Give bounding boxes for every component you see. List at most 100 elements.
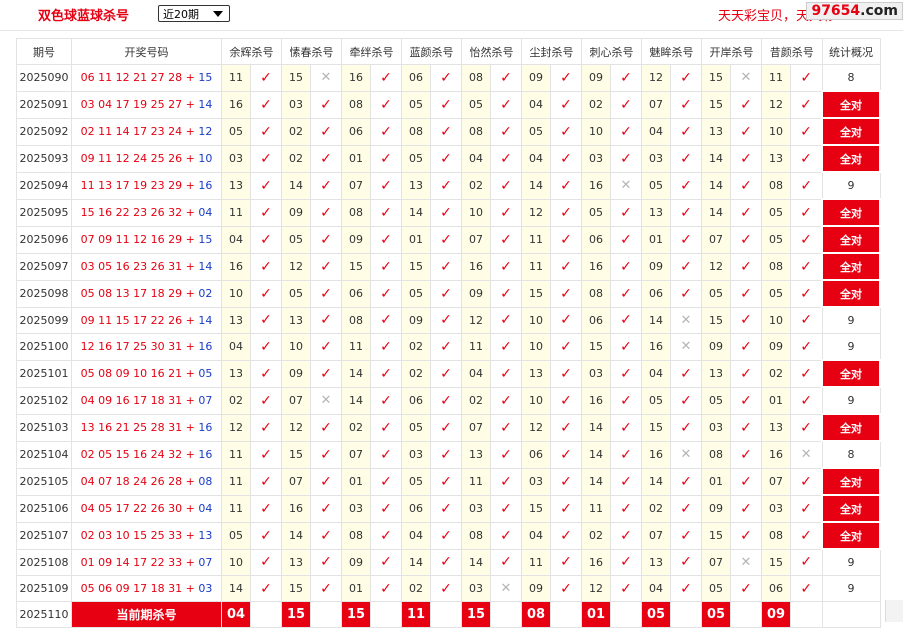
table-row: 2025099 09 11 15 17 22 26 + 14 13 ✓ 13 ✓ 08 ✓ 09… xyxy=(16,306,881,334)
cross-icon: ✕ xyxy=(310,386,342,415)
check-icon: ✓ xyxy=(490,386,522,415)
page-title: 双色球蓝球杀号 xyxy=(38,9,130,24)
table-row: 2025108 01 09 14 17 22 33 + 07 10 ✓ 13 ✓ 09 ✓ 14… xyxy=(16,548,881,576)
kill-number-cell: 09 xyxy=(281,198,311,227)
table-row: 2025107 02 03 10 15 25 33 + 13 05 ✓ 14 ✓ 08 ✓ 04… xyxy=(16,521,881,550)
kill-number-cell: 12 xyxy=(641,64,671,92)
table-header-row: 期号 开奖号码 余辉杀号 愫春杀号 牵绊杀号 蓝颜杀号 怡然杀号 尘封杀号 刺心杀号 魅眸杀号 开岸… xyxy=(16,38,881,65)
cross-icon: ✕ xyxy=(670,333,702,361)
kill-number-cell: 08 xyxy=(581,279,611,308)
check-icon: ✓ xyxy=(550,413,582,442)
kill-number-cell: 02 xyxy=(581,90,611,119)
column-header: 余辉杀号 xyxy=(221,38,282,65)
kill-number-cell: 07 xyxy=(341,171,371,200)
kill-number-cell: 14 xyxy=(461,548,491,576)
cross-icon: ✕ xyxy=(730,64,762,92)
stat-cell: 全对 xyxy=(821,144,881,173)
issue-cell: 2025104 xyxy=(16,440,72,469)
check-icon: ✓ xyxy=(490,225,522,254)
kill-number-cell: 10 xyxy=(521,333,551,361)
check-icon: ✓ xyxy=(610,494,642,523)
kill-number-cell: 03 xyxy=(761,494,791,523)
check-icon: ✓ xyxy=(610,225,642,254)
red-balls: 02 11 14 17 23 24 xyxy=(80,125,183,138)
check-icon: ✓ xyxy=(790,198,823,227)
issue-cell: 2025096 xyxy=(16,225,72,254)
draw-numbers-cell: 04 09 16 17 18 31 + 07 xyxy=(71,386,222,415)
scrollbar[interactable] xyxy=(885,600,903,622)
issue-cell: 2025109 xyxy=(16,575,72,602)
cross-icon: ✕ xyxy=(730,548,762,576)
kill-number-cell: 04 xyxy=(221,333,251,361)
check-icon: ✓ xyxy=(490,198,522,227)
period-select-value: 近20期 xyxy=(163,8,199,21)
kill-number-cell: 09 xyxy=(701,333,731,361)
kill-number-cell: 05 xyxy=(641,171,671,200)
check-icon: ✓ xyxy=(430,333,462,361)
check-icon: ✓ xyxy=(730,252,762,281)
check-icon: ✓ xyxy=(790,144,823,173)
kill-number-cell: 13 xyxy=(221,171,251,200)
current-kill-cell: 05 xyxy=(641,601,671,628)
kill-number-cell: 03 xyxy=(221,144,251,173)
check-icon: ✓ xyxy=(790,64,823,92)
stat-cell: 9 xyxy=(821,548,881,576)
chevron-down-icon xyxy=(213,11,223,17)
kill-number-cell: 05 xyxy=(461,90,491,119)
draw-numbers-cell: 04 05 17 22 26 30 + 04 xyxy=(71,494,222,523)
check-icon: ✓ xyxy=(370,90,402,119)
kill-number-cell: 14 xyxy=(341,359,371,388)
kill-number-cell: 02 xyxy=(281,117,311,146)
check-icon: ✓ xyxy=(790,548,823,576)
draw-numbers-cell: 13 16 21 25 28 31 + 16 xyxy=(71,413,222,442)
kill-number-cell: 09 xyxy=(341,225,371,254)
check-icon: ✓ xyxy=(310,144,342,173)
check-icon: ✓ xyxy=(550,548,582,576)
current-kill-cell: 15 xyxy=(461,601,491,628)
check-icon: ✓ xyxy=(250,333,282,361)
kill-number-cell: 15 xyxy=(281,575,311,602)
check-icon: ✓ xyxy=(370,548,402,576)
empty-cell xyxy=(610,601,642,628)
kill-number-cell: 08 xyxy=(341,198,371,227)
red-balls: 09 11 12 24 25 26 xyxy=(80,152,183,165)
column-header: 统计概况 xyxy=(821,38,881,65)
check-icon: ✓ xyxy=(310,521,342,550)
table-row: 2025095 15 16 22 23 26 32 + 04 11 ✓ 09 ✓ 08 ✓ 14… xyxy=(16,198,881,227)
check-icon: ✓ xyxy=(790,252,823,281)
check-icon: ✓ xyxy=(430,306,462,334)
table-row: 2025105 04 07 18 24 26 28 + 08 11 ✓ 07 ✓ 01 ✓ 05… xyxy=(16,467,881,496)
kill-number-cell: 05 xyxy=(401,467,431,496)
check-icon: ✓ xyxy=(730,225,762,254)
check-icon: ✓ xyxy=(550,359,582,388)
kill-number-cell: 12 xyxy=(581,575,611,602)
current-kill-cell: 11 xyxy=(401,601,431,628)
kill-number-cell: 05 xyxy=(401,90,431,119)
check-icon: ✓ xyxy=(250,252,282,281)
draw-numbers-cell: 05 08 09 10 16 21 + 05 xyxy=(71,359,222,388)
kill-number-cell: 14 xyxy=(521,171,551,200)
check-icon: ✓ xyxy=(490,64,522,92)
table-row: 2025102 04 09 16 17 18 31 + 07 02 ✓ 07 ✕ 14 ✓ 06… xyxy=(16,386,881,415)
check-icon: ✓ xyxy=(790,413,823,442)
kill-number-cell: 03 xyxy=(641,144,671,173)
check-icon: ✓ xyxy=(610,306,642,334)
check-icon: ✓ xyxy=(790,359,823,388)
kill-number-cell: 03 xyxy=(341,494,371,523)
check-icon: ✓ xyxy=(430,90,462,119)
check-icon: ✓ xyxy=(790,386,823,415)
table-row: 2025098 05 08 13 17 18 29 + 02 10 ✓ 05 ✓ 06 ✓ 05… xyxy=(16,279,881,308)
check-icon: ✓ xyxy=(430,521,462,550)
check-icon: ✓ xyxy=(490,521,522,550)
check-icon: ✓ xyxy=(670,117,702,146)
kill-number-cell: 06 xyxy=(581,306,611,334)
period-select[interactable]: 近20期 xyxy=(158,5,230,22)
check-icon: ✓ xyxy=(550,333,582,361)
empty-cell xyxy=(490,601,522,628)
kill-number-cell: 12 xyxy=(281,252,311,281)
kill-number-cell: 04 xyxy=(521,144,551,173)
kill-number-cell: 03 xyxy=(281,90,311,119)
red-balls: 02 05 15 16 24 32 xyxy=(80,448,183,461)
check-icon: ✓ xyxy=(370,521,402,550)
column-header: 尘封杀号 xyxy=(521,38,582,65)
